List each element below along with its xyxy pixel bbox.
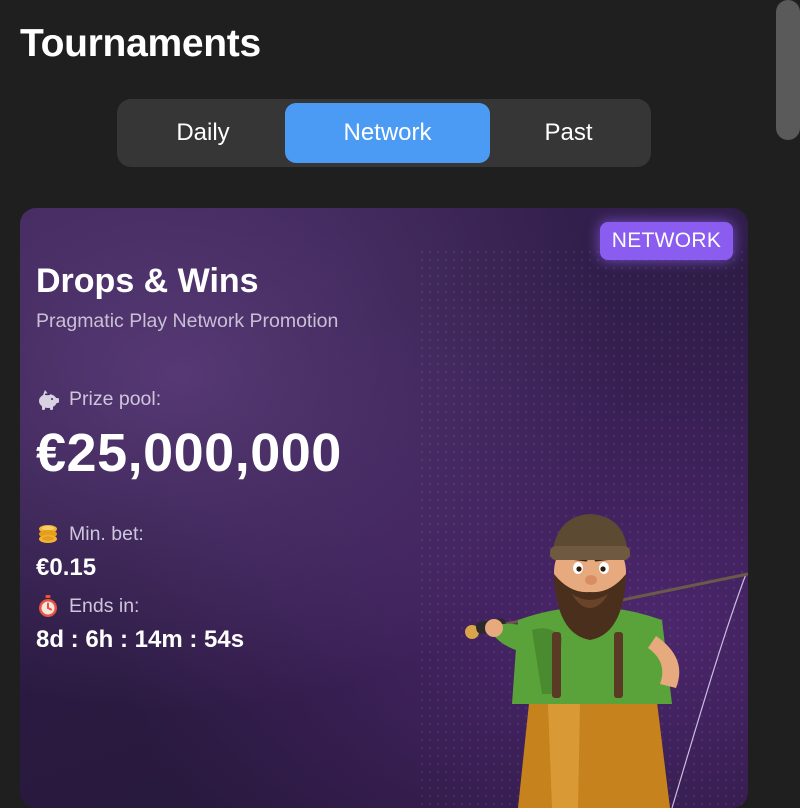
fisherman-mascot — [465, 514, 748, 808]
tournament-title: Drops & Wins — [36, 262, 259, 300]
tournament-card[interactable]: NETWORK Drops & Wins Pragmatic Play Netw… — [20, 208, 748, 808]
tab-network[interactable]: Network — [285, 103, 490, 163]
network-badge: NETWORK — [600, 222, 733, 260]
ends-in-label-row: Ends in: — [36, 594, 139, 618]
tournament-tabs: Daily Network Past — [117, 99, 651, 167]
ends-in-label: Ends in: — [69, 594, 140, 617]
piggy-bank-icon — [36, 389, 60, 411]
scrollbar-thumb[interactable] — [776, 0, 800, 140]
prize-pool-label: Prize pool: — [69, 388, 162, 410]
stopwatch-icon — [36, 594, 60, 618]
prize-pool-label-row: Prize pool: — [36, 388, 161, 411]
min-bet-label: Min. bet: — [69, 522, 144, 545]
tournament-subtitle: Pragmatic Play Network Promotion — [36, 310, 339, 332]
min-bet-value: €0.15 — [36, 554, 97, 581]
page-title: Tournaments — [20, 22, 261, 65]
coins-icon — [36, 522, 60, 546]
ends-in-countdown: 8d : 6h : 14m : 54s — [36, 626, 245, 653]
min-bet-label-row: Min. bet: — [36, 522, 144, 546]
tab-daily[interactable]: Daily — [121, 103, 285, 163]
prize-pool-value: €25,000,000 — [36, 423, 342, 483]
tab-past[interactable]: Past — [490, 103, 647, 163]
scrollbar[interactable] — [776, 0, 800, 800]
